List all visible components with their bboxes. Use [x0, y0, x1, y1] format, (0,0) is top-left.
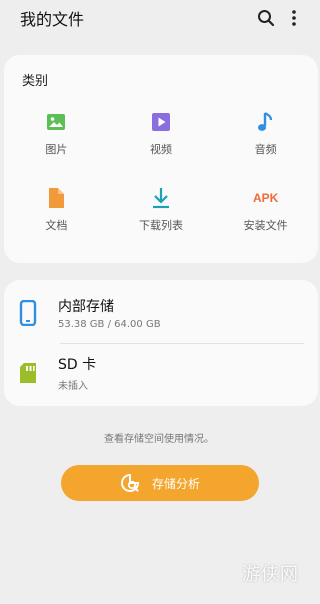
storage-item-internal[interactable]: 内部存储 53.38 GB / 64.00 GB: [4, 284, 318, 342]
music-icon: [253, 109, 279, 135]
more-options-button[interactable]: [280, 4, 308, 32]
sd-card-icon: [8, 362, 48, 384]
video-icon: [148, 109, 174, 135]
category-label: 下载列表: [138, 219, 183, 232]
category-label: 视频: [149, 143, 172, 156]
phone-icon: [8, 300, 48, 326]
category-documents[interactable]: 文档: [4, 177, 109, 253]
document-icon: [43, 185, 69, 211]
storage-usage: 53.38 GB / 64.00 GB: [58, 319, 161, 330]
category-audio[interactable]: 音频: [213, 101, 318, 177]
categories-card: 类别 图片 视频 音频 文档 下载列表 APK 安装文件: [4, 55, 318, 263]
category-downloads[interactable]: 下载列表: [109, 177, 214, 253]
apk-icon: APK: [253, 185, 279, 211]
storage-hint: 查看存储空间使用情况。: [104, 434, 214, 445]
download-icon: [148, 185, 174, 211]
category-grid: 图片 视频 音频 文档 下载列表 APK 安装文件: [4, 101, 318, 253]
image-icon: [43, 109, 69, 135]
search-button[interactable]: [252, 4, 280, 32]
apk-icon-text: APK: [252, 191, 279, 205]
category-images[interactable]: 图片: [4, 101, 109, 177]
category-label: 图片: [45, 143, 68, 156]
search-icon: [258, 10, 275, 27]
storage-name: 内部存储: [58, 299, 114, 315]
storage-card: 内部存储 53.38 GB / 64.00 GB SD 卡 未插入: [4, 280, 318, 406]
categories-title: 类别: [22, 74, 49, 89]
app-header: 我的文件: [0, 0, 318, 36]
category-label: 音频: [254, 143, 277, 156]
category-label: 文档: [45, 219, 68, 232]
category-videos[interactable]: 视频: [109, 101, 214, 177]
storage-analysis-label: 存储分析: [151, 476, 200, 491]
storage-analysis-icon: [120, 473, 140, 493]
storage-item-sd-card[interactable]: SD 卡 未插入: [4, 344, 318, 402]
watermark-logo: 游侠网: [242, 564, 299, 585]
storage-status: 未插入: [58, 381, 88, 392]
more-vertical-icon: [292, 10, 296, 26]
category-installers[interactable]: APK 安装文件: [213, 177, 318, 253]
page-title: 我的文件: [20, 10, 85, 29]
storage-analysis-button[interactable]: 存储分析: [61, 465, 259, 501]
storage-name: SD 卡: [58, 357, 97, 373]
category-label: 安装文件: [243, 219, 288, 232]
